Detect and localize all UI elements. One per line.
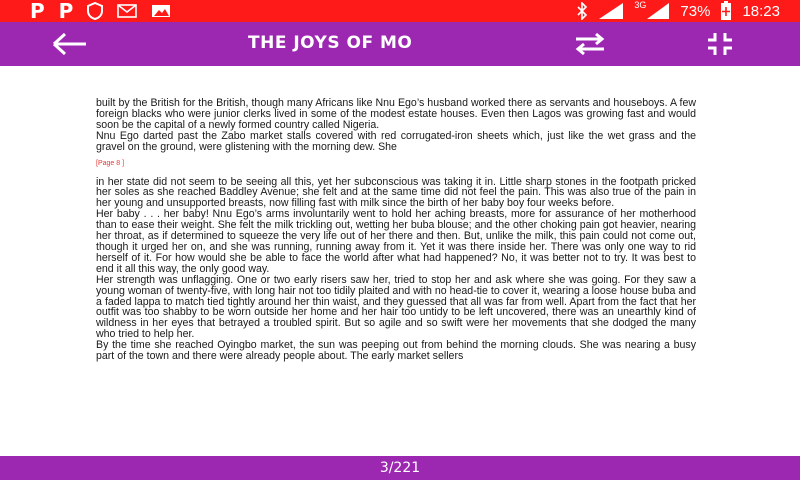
status-bar: P P 3G 73% 18:23 xyxy=(0,0,800,22)
signal-icon xyxy=(598,2,624,20)
battery-icon xyxy=(720,1,732,21)
page-indicator: 3/221 xyxy=(379,460,421,476)
arrow-left-icon xyxy=(52,32,86,56)
page-marker: [Page 8 ] xyxy=(96,159,125,167)
swap-horizontal-icon xyxy=(575,32,605,56)
reader-content: built by the British for the British, th… xyxy=(96,98,696,443)
network-type: 3G xyxy=(634,0,647,10)
pinterest-icon: P xyxy=(58,0,74,23)
bottom-bar: 3/221 xyxy=(0,456,800,480)
book-title: THE JOYS OF MO xyxy=(248,33,413,53)
paragraph: in her state did not seem to be seeing a… xyxy=(96,175,696,210)
paragraph: Her baby . . . her baby! Nnu Ego’s arms … xyxy=(96,208,696,275)
back-button[interactable] xyxy=(50,31,90,57)
network-signal-icon: 3G xyxy=(634,0,670,20)
paragraph: By the time she reached Oyingbo market, … xyxy=(96,339,696,363)
clock: 18:23 xyxy=(742,2,780,20)
system-indicators: 3G 73% 18:23 xyxy=(576,0,800,21)
fullscreen-button[interactable] xyxy=(706,31,734,57)
image-icon xyxy=(151,4,171,18)
fullscreen-exit-icon xyxy=(708,33,732,55)
bluetooth-icon xyxy=(576,2,588,20)
paragraph: Her strength was unflagging. One or two … xyxy=(96,273,696,341)
mail-icon xyxy=(117,4,138,18)
shield-icon xyxy=(87,2,104,20)
swap-orientation-button[interactable] xyxy=(572,31,608,57)
paragraph: Nnu Ego darted past the Zabo market stal… xyxy=(96,129,696,153)
pinterest-icon: P xyxy=(30,0,45,23)
paragraph: built by the British for the British, th… xyxy=(96,98,696,131)
notification-icons: P P xyxy=(0,0,171,22)
app-bar: THE JOYS OF MO xyxy=(0,22,800,66)
battery-percent: 73% xyxy=(680,2,711,20)
